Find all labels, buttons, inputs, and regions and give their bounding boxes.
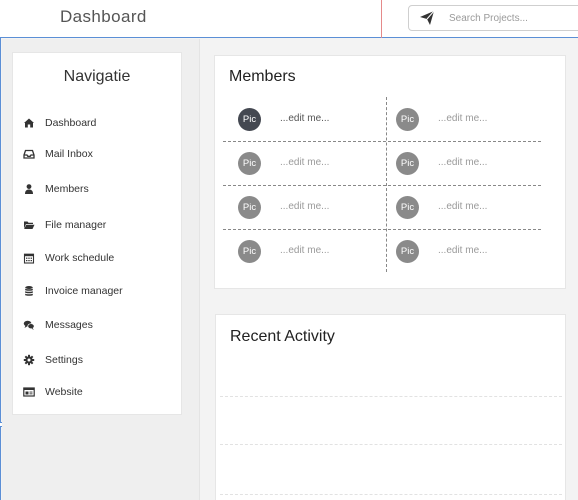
member-avatar: Pic: [396, 196, 419, 219]
activity-row-divider: [220, 444, 562, 445]
search-box[interactable]: [408, 5, 578, 31]
recent-activity-card: Recent Activity: [215, 314, 566, 500]
sidebar-item-label: Invoice manager: [45, 285, 123, 297]
member-name[interactable]: ...edit me...: [280, 157, 329, 168]
top-header: Dashboard: [0, 0, 578, 38]
navigation-panel: Navigatie Dashboard Mail Inbox Members F…: [12, 52, 182, 415]
sidebar-item-label: Work schedule: [45, 252, 115, 264]
sidebar-item-label: Mail Inbox: [45, 148, 93, 160]
sidebar-item-label: Messages: [45, 319, 93, 331]
home-icon: [24, 118, 34, 128]
member-avatar: Pic: [396, 240, 419, 263]
member-name[interactable]: ...edit me...: [280, 245, 329, 256]
sidebar-item-invoice-manager[interactable]: Invoice manager: [23, 282, 178, 302]
sidebar-item-file-manager[interactable]: File manager: [23, 216, 178, 236]
member-item[interactable]: Pic ...edit me...: [396, 104, 546, 134]
comments-icon: [23, 320, 35, 330]
members-grid: Pic ...edit me... Pic ...edit me... Pic …: [215, 56, 565, 288]
gear-icon: [23, 354, 35, 366]
member-avatar: Pic: [396, 152, 419, 175]
navigation-title: Navigatie: [63, 68, 131, 85]
member-name[interactable]: ...edit me...: [438, 157, 487, 168]
header-divider: [381, 0, 382, 38]
calendar-icon: [23, 253, 35, 264]
activity-row-divider: [220, 494, 562, 495]
sidebar-item-members[interactable]: Members: [23, 180, 178, 200]
members-card: Members Pic ...edit me... Pic ...edit me…: [214, 55, 566, 289]
sidebar-item-website[interactable]: Website: [23, 383, 178, 403]
browser-icon: [23, 387, 35, 397]
grid-divider-horizontal: [223, 185, 541, 186]
sidebar-item-label: File manager: [45, 219, 107, 231]
sidebar-item-mail-inbox[interactable]: Mail Inbox: [23, 145, 178, 165]
search-input[interactable]: [449, 9, 578, 27]
page-title: Dashboard: [60, 7, 147, 26]
member-name[interactable]: ...edit me...: [438, 113, 487, 124]
sidebar-item-settings[interactable]: Settings: [23, 351, 178, 371]
member-avatar: Pic: [238, 152, 261, 175]
member-avatar: Pic: [396, 108, 419, 131]
member-name[interactable]: ...edit me...: [438, 201, 487, 212]
sidebar-item-dashboard[interactable]: Dashboard: [23, 114, 178, 134]
member-item[interactable]: Pic ...edit me...: [238, 104, 388, 134]
member-avatar: Pic: [238, 240, 261, 263]
paper-plane-icon[interactable]: [419, 10, 435, 26]
folder-open-icon: [24, 221, 35, 229]
sidebar-item-label: Website: [45, 386, 83, 398]
member-name[interactable]: ...edit me...: [280, 201, 329, 212]
member-name[interactable]: ...edit me...: [438, 245, 487, 256]
member-avatar: Pic: [238, 196, 261, 219]
member-avatar: Pic: [238, 108, 261, 131]
sidebar-item-label: Settings: [45, 354, 83, 366]
grid-divider-horizontal: [223, 229, 541, 230]
member-item[interactable]: Pic ...edit me...: [238, 192, 388, 222]
sidebar-item-messages[interactable]: Messages: [23, 316, 178, 336]
member-name[interactable]: ...edit me...: [280, 113, 329, 124]
member-item[interactable]: Pic ...edit me...: [238, 236, 388, 266]
user-icon: [25, 184, 33, 194]
recent-activity-title: Recent Activity: [230, 328, 335, 345]
sidebar-item-work-schedule[interactable]: Work schedule: [23, 249, 178, 269]
member-item[interactable]: Pic ...edit me...: [396, 148, 546, 178]
sidebar-item-label: Dashboard: [45, 117, 97, 129]
left-guide: [0, 38, 1, 500]
member-item[interactable]: Pic ...edit me...: [396, 192, 546, 222]
member-item[interactable]: Pic ...edit me...: [238, 148, 388, 178]
inbox-icon: [23, 149, 35, 159]
database-icon: [25, 286, 33, 296]
grid-divider-horizontal: [223, 141, 541, 142]
activity-row-divider: [220, 396, 562, 397]
member-item[interactable]: Pic ...edit me...: [396, 236, 546, 266]
sidebar-item-label: Members: [45, 183, 89, 195]
